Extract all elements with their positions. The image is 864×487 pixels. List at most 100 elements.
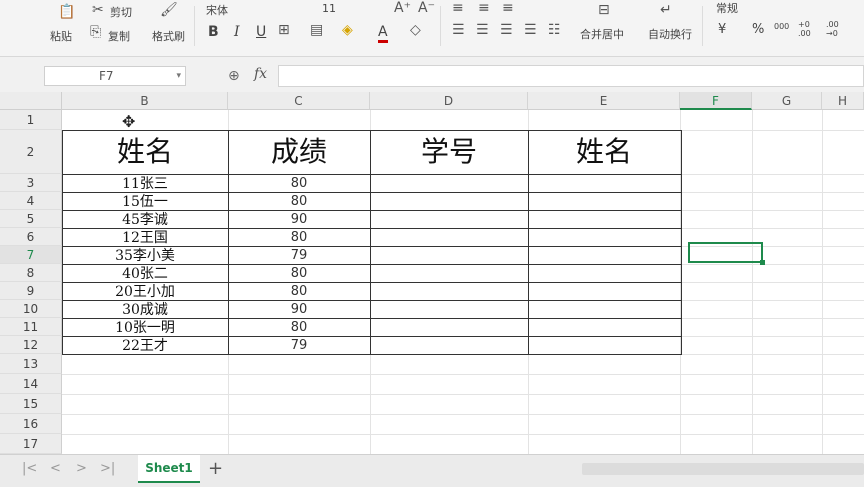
clear-format-icon[interactable]: ◇ [410, 22, 421, 38]
align-center-icon[interactable]: ☰ [476, 22, 489, 38]
copy-icon[interactable]: ⎘ [90, 24, 101, 40]
header-cell-score[interactable]: 成绩 [228, 131, 370, 174]
percent-button[interactable]: % [752, 22, 764, 37]
underline-button[interactable]: U [256, 24, 266, 40]
merge-center-icon[interactable]: ⊟ [598, 2, 610, 18]
score-cell[interactable]: 80 [228, 265, 370, 282]
font-size-select[interactable]: 11 [322, 2, 336, 15]
name-cell[interactable]: 30成诚 [62, 301, 228, 318]
score-cell[interactable]: 80 [228, 193, 370, 210]
row-header[interactable]: 15 [0, 394, 62, 414]
score-cell[interactable]: 79 [228, 337, 370, 354]
fx-button[interactable]: fx [254, 66, 267, 82]
paste-button[interactable]: 粘贴 [50, 28, 72, 44]
formula-input[interactable] [278, 65, 864, 87]
score-cell[interactable]: 90 [228, 301, 370, 318]
prev-sheet-icon[interactable]: < [50, 461, 61, 476]
number-format-select[interactable]: 常规 [716, 0, 738, 16]
header-cell-id[interactable]: 学号 [370, 131, 528, 174]
score-cell[interactable]: 79 [228, 247, 370, 264]
row-header[interactable]: 2 [0, 130, 62, 174]
header-cell-name[interactable]: 姓名 [62, 131, 228, 174]
horizontal-scrollbar[interactable] [582, 463, 864, 475]
justify-icon[interactable]: ☰ [524, 22, 537, 38]
name-cell[interactable]: 12王国 [62, 229, 228, 246]
row-header[interactable]: 14 [0, 374, 62, 394]
name-cell[interactable]: 35李小美 [62, 247, 228, 264]
score-cell[interactable]: 80 [228, 283, 370, 300]
cut-button[interactable]: 剪切 [110, 4, 132, 20]
distributed-icon[interactable]: ☷ [548, 22, 561, 38]
chevron-down-icon[interactable]: ▾ [176, 67, 181, 85]
align-middle-icon[interactable]: ≡ [478, 0, 490, 16]
row-header[interactable]: 11 [0, 318, 62, 336]
cut-icon[interactable]: ✂ [92, 2, 104, 18]
border-icon[interactable]: ⊞ [278, 22, 290, 38]
format-painter-icon[interactable]: 🖌 [160, 2, 178, 18]
header-cell-name-2[interactable]: 姓名 [528, 131, 680, 174]
fill-color-icon[interactable]: ◈ [342, 22, 353, 38]
thousands-button[interactable]: 000 [774, 22, 789, 31]
last-sheet-icon[interactable]: >| [100, 461, 115, 476]
align-left-icon[interactable]: ☰ [452, 22, 465, 38]
tab-sheet1[interactable]: Sheet1 [138, 455, 200, 483]
row-header[interactable]: 10 [0, 300, 62, 318]
name-cell[interactable]: 11张三 [62, 175, 228, 192]
grow-font-icon[interactable]: A⁺ [394, 0, 411, 16]
add-sheet-button[interactable]: + [208, 458, 223, 479]
next-sheet-icon[interactable]: > [76, 461, 87, 476]
column-header-g[interactable]: G [752, 92, 822, 110]
currency-button[interactable]: ¥ [718, 22, 726, 37]
name-cell[interactable]: 15伍一 [62, 193, 228, 210]
row-header[interactable]: 7 [0, 246, 62, 264]
name-cell[interactable]: 45李诚 [62, 211, 228, 228]
column-header-d[interactable]: D [370, 92, 528, 110]
row-header[interactable]: 6 [0, 228, 62, 246]
first-sheet-icon[interactable]: |< [22, 461, 37, 476]
format-painter-button[interactable]: 格式刷 [152, 28, 185, 44]
merge-center-button[interactable]: 合并居中 [580, 26, 624, 42]
copy-button[interactable]: 复制 [108, 28, 130, 44]
selected-cell[interactable] [688, 242, 763, 263]
column-header-b[interactable]: B [62, 92, 228, 110]
score-cell[interactable]: 80 [228, 229, 370, 246]
row-header[interactable]: 1 [0, 110, 62, 130]
select-all-corner[interactable] [0, 92, 62, 110]
font-color-button[interactable]: A [378, 24, 388, 43]
align-bottom-icon[interactable]: ≡ [502, 0, 514, 16]
name-cell[interactable]: 10张一明 [62, 319, 228, 336]
column-header-f[interactable]: F [680, 92, 752, 110]
paste-icon[interactable]: 📋 [58, 4, 75, 20]
decrease-decimal-button[interactable]: .00 →0 [826, 20, 852, 38]
increase-decimal-button[interactable]: +0 .00 [798, 20, 822, 38]
row-header[interactable]: 12 [0, 336, 62, 354]
align-top-icon[interactable]: ≡ [452, 0, 464, 16]
score-cell[interactable]: 90 [228, 211, 370, 228]
wrap-text-button[interactable]: 自动换行 [648, 26, 692, 42]
score-cell[interactable]: 80 [228, 175, 370, 192]
column-header-c[interactable]: C [228, 92, 370, 110]
fill-pattern-icon[interactable]: ▤ [310, 22, 323, 38]
row-header[interactable]: 13 [0, 354, 62, 374]
bold-button[interactable]: B [208, 24, 219, 40]
row-header[interactable]: 16 [0, 414, 62, 434]
name-cell[interactable]: 22王才 [62, 337, 228, 354]
row-header[interactable]: 9 [0, 282, 62, 300]
row-header[interactable]: 4 [0, 192, 62, 210]
name-cell[interactable]: 40张二 [62, 265, 228, 282]
wrap-text-icon[interactable]: ↵ [660, 2, 672, 18]
italic-button[interactable]: I [234, 24, 240, 40]
row-header[interactable]: 8 [0, 264, 62, 282]
zoom-icon[interactable]: ⊕ [228, 68, 240, 84]
align-right-icon[interactable]: ☰ [500, 22, 513, 38]
shrink-font-icon[interactable]: A⁻ [418, 0, 435, 16]
row-header[interactable]: 5 [0, 210, 62, 228]
score-cell[interactable]: 80 [228, 319, 370, 336]
spreadsheet-grid[interactable]: B C D E F G H 1 2 3 4 5 6 7 8 9 10 11 12… [0, 92, 864, 454]
name-cell[interactable]: 20王小加 [62, 283, 228, 300]
row-header[interactable]: 3 [0, 174, 62, 192]
column-header-h[interactable]: H [822, 92, 864, 110]
column-header-e[interactable]: E [528, 92, 680, 110]
row-header[interactable]: 17 [0, 434, 62, 454]
fill-handle[interactable] [760, 260, 765, 265]
